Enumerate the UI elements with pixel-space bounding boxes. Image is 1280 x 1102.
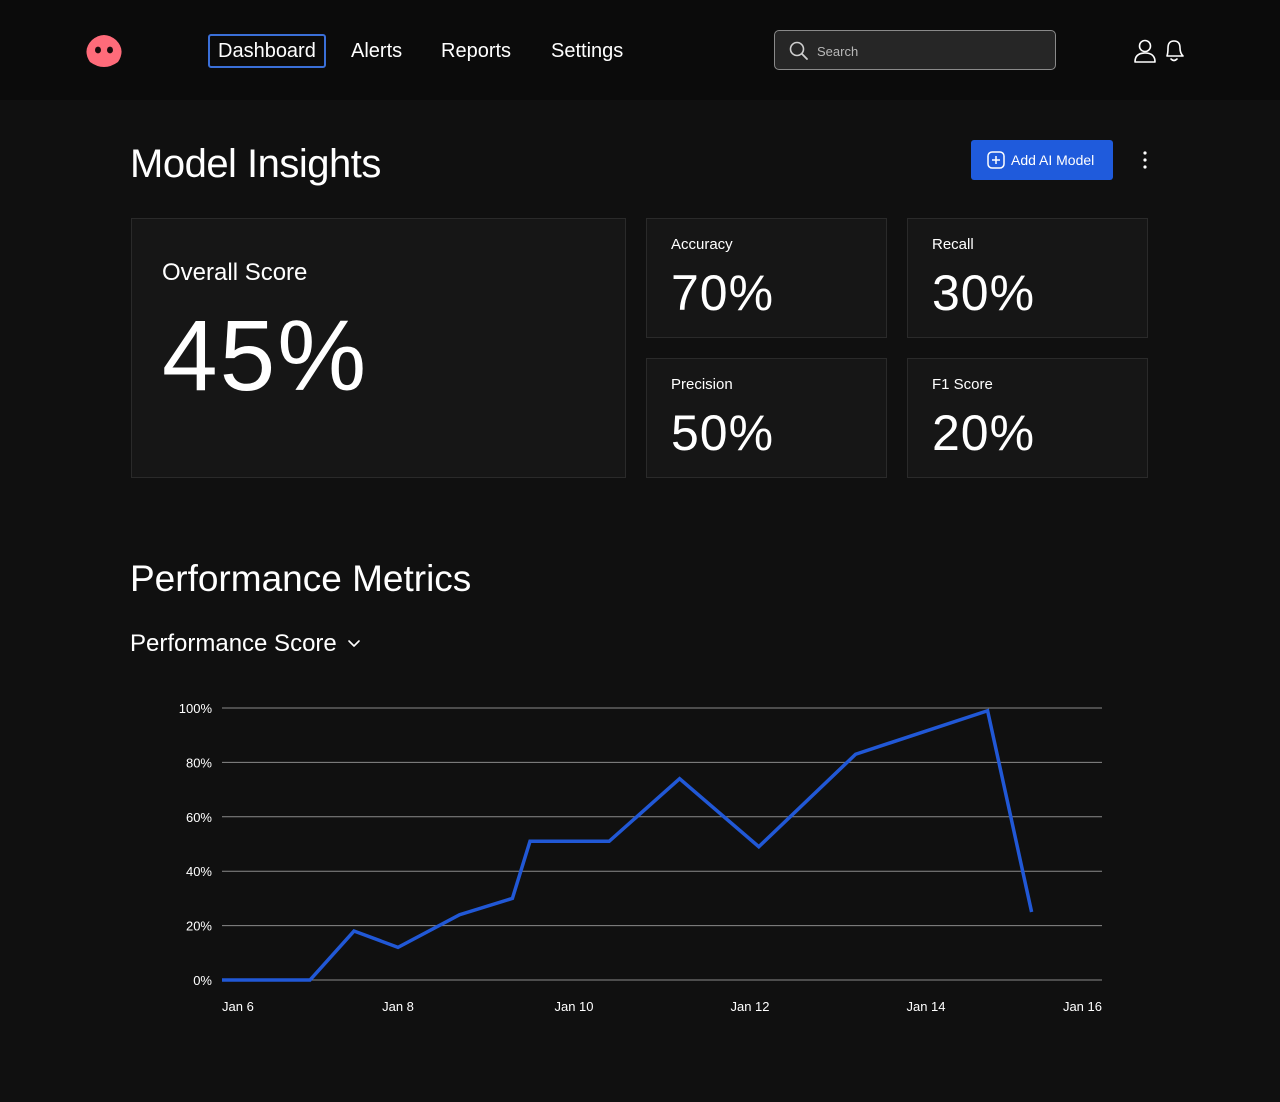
recall-value: 30% [932, 265, 1036, 321]
x-tick-label: Jan 14 [906, 999, 945, 1014]
performance-score-dropdown[interactable]: Performance Score [130, 630, 361, 658]
nav-item-alerts[interactable]: Alerts [351, 34, 402, 68]
page-title: Model Insights [130, 142, 381, 186]
performance-metrics-title: Performance Metrics [130, 558, 472, 599]
top-navigation-bar: Dashboard Alerts Reports Settings [0, 0, 1280, 100]
overall-score-card: Overall Score 45% [131, 218, 626, 478]
precision-label: Precision [671, 376, 733, 393]
bell-icon[interactable] [1162, 38, 1186, 64]
add-ai-model-label: Add AI Model [1011, 152, 1095, 168]
add-ai-model-button[interactable]: Add AI Model [971, 140, 1113, 180]
f1-score-value: 20% [932, 405, 1036, 461]
accuracy-label: Accuracy [671, 236, 733, 253]
y-tick-label: 20% [186, 919, 212, 934]
search-input[interactable] [815, 31, 1049, 71]
accuracy-card: Accuracy 70% [646, 218, 887, 338]
performance-score-label: Performance Score [130, 630, 337, 657]
recall-card: Recall 30% [907, 218, 1148, 338]
x-tick-label: Jan 10 [554, 999, 593, 1014]
overall-score-value: 45% [162, 300, 369, 412]
x-tick-label: Jan 16 [1063, 999, 1102, 1014]
user-icon[interactable] [1133, 38, 1157, 64]
recall-label: Recall [932, 236, 974, 253]
pig-nose-logo[interactable] [84, 32, 124, 68]
precision-value: 50% [671, 405, 775, 461]
chevron-down-icon [347, 640, 360, 647]
y-tick-label: 40% [186, 864, 212, 879]
nav-item-settings[interactable]: Settings [551, 34, 623, 68]
more-options-icon[interactable] [1135, 148, 1155, 172]
search-icon [789, 41, 808, 60]
series-line [222, 708, 1034, 982]
y-tick-label: 100% [179, 701, 213, 716]
x-tick-label: Jan 8 [382, 999, 414, 1014]
accuracy-value: 70% [671, 265, 775, 321]
overall-score-label: Overall Score [162, 259, 308, 286]
plus-square-icon [987, 151, 1005, 169]
search-box [774, 30, 1056, 71]
precision-card: Precision 50% [646, 358, 887, 478]
y-tick-label: 0% [193, 973, 212, 988]
x-tick-label: Jan 6 [222, 999, 254, 1014]
y-tick-label: 60% [186, 810, 212, 825]
f1-score-card: F1 Score 20% [907, 358, 1148, 478]
x-tick-label: Jan 12 [730, 999, 769, 1014]
f1-score-label: F1 Score [932, 376, 993, 393]
y-tick-label: 80% [186, 755, 212, 770]
nav-item-reports[interactable]: Reports [441, 34, 511, 68]
nav-item-dashboard[interactable]: Dashboard [208, 34, 326, 68]
performance-score-chart: 0% 20% 40% 60% 80% 100% Jan 6 Jan 8 Jan 10 Jan 12… [179, 701, 1102, 1014]
